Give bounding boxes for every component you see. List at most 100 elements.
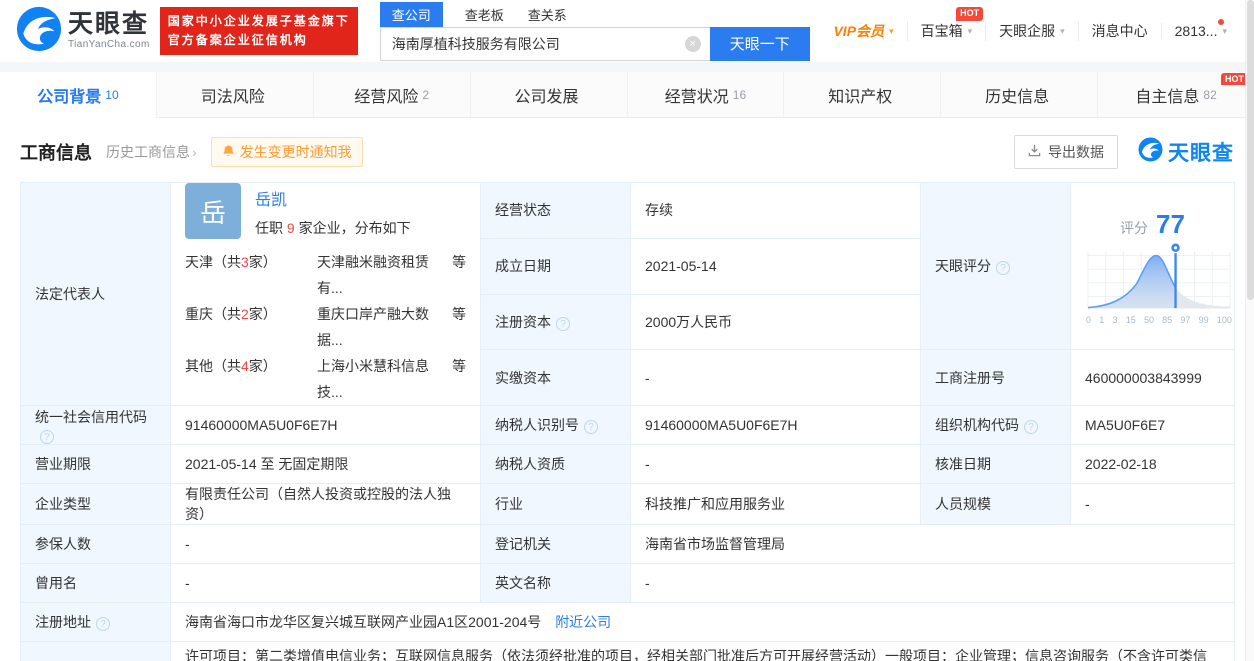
business-info-section-header: 工商信息 历史工商信息 › 发生变更时通知我 导出数据 天眼查 — [0, 118, 1254, 182]
field-value-industry: 科技推广和应用服务业 — [630, 483, 921, 525]
search-area: 查公司 查老板 查关系 × 天眼一下 — [379, 1, 810, 61]
field-value-english-name: - — [630, 563, 1235, 603]
field-label-credit-code: 统一社会信用代码? — [20, 405, 171, 445]
logo-domain: TianYanCha.com — [68, 39, 150, 50]
bell-icon — [222, 144, 235, 161]
field-value-approval-date: 2022-02-18 — [1070, 444, 1235, 484]
user-account-menu-item[interactable]: 2813... ▾ — [1160, 19, 1240, 39]
tab-company-background[interactable]: 公司背景 10 — [0, 72, 157, 118]
field-label-registration-authority: 登记机关 — [480, 524, 631, 564]
search-tab-company[interactable]: 查公司 — [379, 1, 443, 27]
chevron-down-icon: ▾ — [1060, 25, 1065, 36]
help-icon[interactable]: ? — [40, 429, 54, 444]
company-link[interactable]: 重庆口岸产融大数据... — [317, 301, 446, 353]
tab-intellectual-property[interactable]: 知识产权 — [784, 72, 942, 118]
notify-on-change-button[interactable]: 发生变更时通知我 — [210, 137, 363, 167]
header-menu: VIP会员 ▾ HOT 百宝箱 ▾ 天眼企服 ▾ 消息中心 2813... ▾ — [820, 7, 1240, 41]
hot-badge: HOT — [956, 7, 984, 21]
field-value-former-name: - — [170, 563, 481, 603]
help-icon[interactable]: ? — [556, 316, 570, 331]
field-value-staff-size: - — [1070, 483, 1235, 525]
help-icon[interactable]: ? — [1024, 420, 1038, 434]
help-icon[interactable]: ? — [96, 617, 110, 631]
score-distribution-chart[interactable]: 0 1 3 15 50 85 97 99 100 — [1085, 240, 1233, 325]
field-label-paid-in-capital: 实缴资本 — [480, 349, 631, 406]
field-label-established-date: 成立日期 — [480, 237, 631, 295]
field-value-business-scope: 许可项目：第二类增值电信业务；互联网信息服务（依法须经批准的项目，经相关部门批准… — [170, 641, 1235, 661]
tab-judicial-risk[interactable]: 司法风险 — [156, 72, 314, 118]
tab-history-info[interactable]: 历史信息 — [941, 72, 1099, 118]
legal-representative-link[interactable]: 岳凯 — [255, 186, 411, 210]
tianyancha-watermark-logo: 天眼查 — [1138, 137, 1234, 167]
chevron-right-icon: › — [192, 144, 197, 160]
top-header: 天眼查 TianYanCha.com 国家中小企业发展子基金旗下 官方备案企业征… — [0, 0, 1254, 62]
toolbox-menu-item[interactable]: HOT 百宝箱 ▾ — [906, 7, 986, 41]
field-label-operating-status: 经营状态 — [480, 182, 631, 239]
field-value-credit-code: 91460000MA5U0F6E7H — [170, 405, 481, 445]
business-registration-table: 法定代表人 岳 岳凯 任职 9 家企业，分布如下 天津（共3家） 天津融米融资租… — [20, 181, 1235, 661]
field-value-paid-in-capital: - — [630, 349, 921, 406]
message-center-menu-item[interactable]: 消息中心 — [1077, 21, 1161, 41]
enterprise-service-menu-item[interactable]: 天眼企服 ▾ — [985, 21, 1078, 41]
avatar[interactable]: 岳 — [185, 183, 241, 239]
page-scrollbar[interactable] — [1245, 0, 1254, 661]
tab-self-published-info[interactable]: 自主信息 82 HOT — [1098, 72, 1254, 118]
help-icon[interactable]: ? — [996, 261, 1010, 276]
field-label-registered-capital: 注册资本? — [480, 293, 631, 351]
logo-title: 天眼查 — [68, 10, 150, 38]
field-label-taxpayer-qualification: 纳税人资质 — [480, 444, 631, 484]
field-label-business-term: 营业期限 — [20, 444, 171, 484]
field-value-established-date: 2021-05-14 — [630, 237, 921, 295]
field-label-staff-size: 人员规模 — [920, 483, 1071, 525]
search-tabs: 查公司 查老板 查关系 — [379, 1, 810, 27]
chevron-down-icon: ▾ — [967, 25, 973, 36]
chevron-down-icon: ▾ — [1222, 25, 1227, 36]
hot-badge: HOT — [1221, 73, 1248, 85]
help-icon[interactable]: ? — [584, 420, 598, 434]
field-label-tyc-score: 天眼评分? — [920, 181, 1071, 351]
field-label-registered-address: 注册地址? — [20, 602, 171, 642]
field-value-registration-authority: 海南省市场监督管理局 — [630, 524, 1235, 564]
tab-company-development[interactable]: 公司发展 — [470, 72, 628, 118]
search-tab-boss[interactable]: 查老板 — [463, 2, 506, 27]
field-value-registration-number: 460000003843999 — [1070, 349, 1235, 406]
field-value-operating-status: 存续 — [630, 182, 921, 239]
field-label-registration-number: 工商注册号 — [920, 349, 1071, 406]
tab-operating-status[interactable]: 经营状况 16 — [627, 72, 785, 118]
download-icon — [1028, 144, 1041, 160]
page-title: 工商信息 — [20, 143, 92, 163]
field-label-company-type: 企业类型 — [20, 483, 171, 525]
tenure-summary: 任职 9 家企业，分布如下 — [255, 220, 411, 236]
tyc-score-cell: 评分 77 0 1 3 15 50 85 97 99 100 — [1070, 181, 1235, 351]
legal-representative-cell: 岳 岳凯 任职 9 家企业，分布如下 天津（共3家） 天津融米融资租赁有... … — [170, 182, 481, 406]
distribution-row: 重庆（共2家） 重庆口岸产融大数据... 等 — [185, 301, 466, 353]
clear-search-icon[interactable]: × — [684, 35, 701, 52]
scrollbar-thumb[interactable] — [1247, 0, 1254, 300]
tianyancha-swirl-icon — [1138, 137, 1163, 167]
history-business-info-link[interactable]: 历史工商信息 › — [106, 142, 197, 162]
field-value-company-type: 有限责任公司（自然人投资或控股的法人独资） — [170, 483, 481, 525]
score-value: 评分 77 — [1120, 209, 1185, 240]
search-button[interactable]: 天眼一下 — [709, 26, 810, 61]
field-label-org-code: 组织机构代码? — [920, 405, 1071, 445]
field-label-insured-count: 参保人数 — [20, 524, 171, 564]
notification-dot — [1218, 19, 1224, 25]
header-divider — [0, 62, 1254, 72]
company-link[interactable]: 上海小米慧科信息技... — [317, 353, 446, 405]
field-label-industry: 行业 — [480, 483, 631, 525]
chevron-down-icon: ▾ — [889, 25, 894, 36]
field-value-org-code: MA5U0F6E7 — [1070, 405, 1235, 445]
field-label-legal-representative: 法定代表人 — [20, 182, 171, 406]
export-data-button[interactable]: 导出数据 — [1014, 135, 1118, 169]
field-label-taxpayer-id: 纳税人识别号? — [480, 405, 631, 445]
field-label-former-name: 曾用名 — [20, 563, 171, 603]
tab-operating-risk[interactable]: 经营风险 2 — [313, 72, 471, 118]
vip-menu-item[interactable]: VIP会员 ▾ — [820, 21, 906, 41]
search-input[interactable] — [379, 26, 710, 61]
field-value-registered-capital: 2000万人民币 — [630, 293, 921, 351]
nearby-companies-link[interactable]: 附近公司 — [555, 614, 611, 630]
company-link[interactable]: 天津融米融资租赁有... — [317, 249, 446, 301]
field-value-taxpayer-id: 91460000MA5U0F6E7H — [630, 405, 921, 445]
search-tab-relation[interactable]: 查关系 — [526, 2, 569, 27]
tianyancha-logo[interactable]: 天眼查 TianYanCha.com — [16, 6, 150, 57]
